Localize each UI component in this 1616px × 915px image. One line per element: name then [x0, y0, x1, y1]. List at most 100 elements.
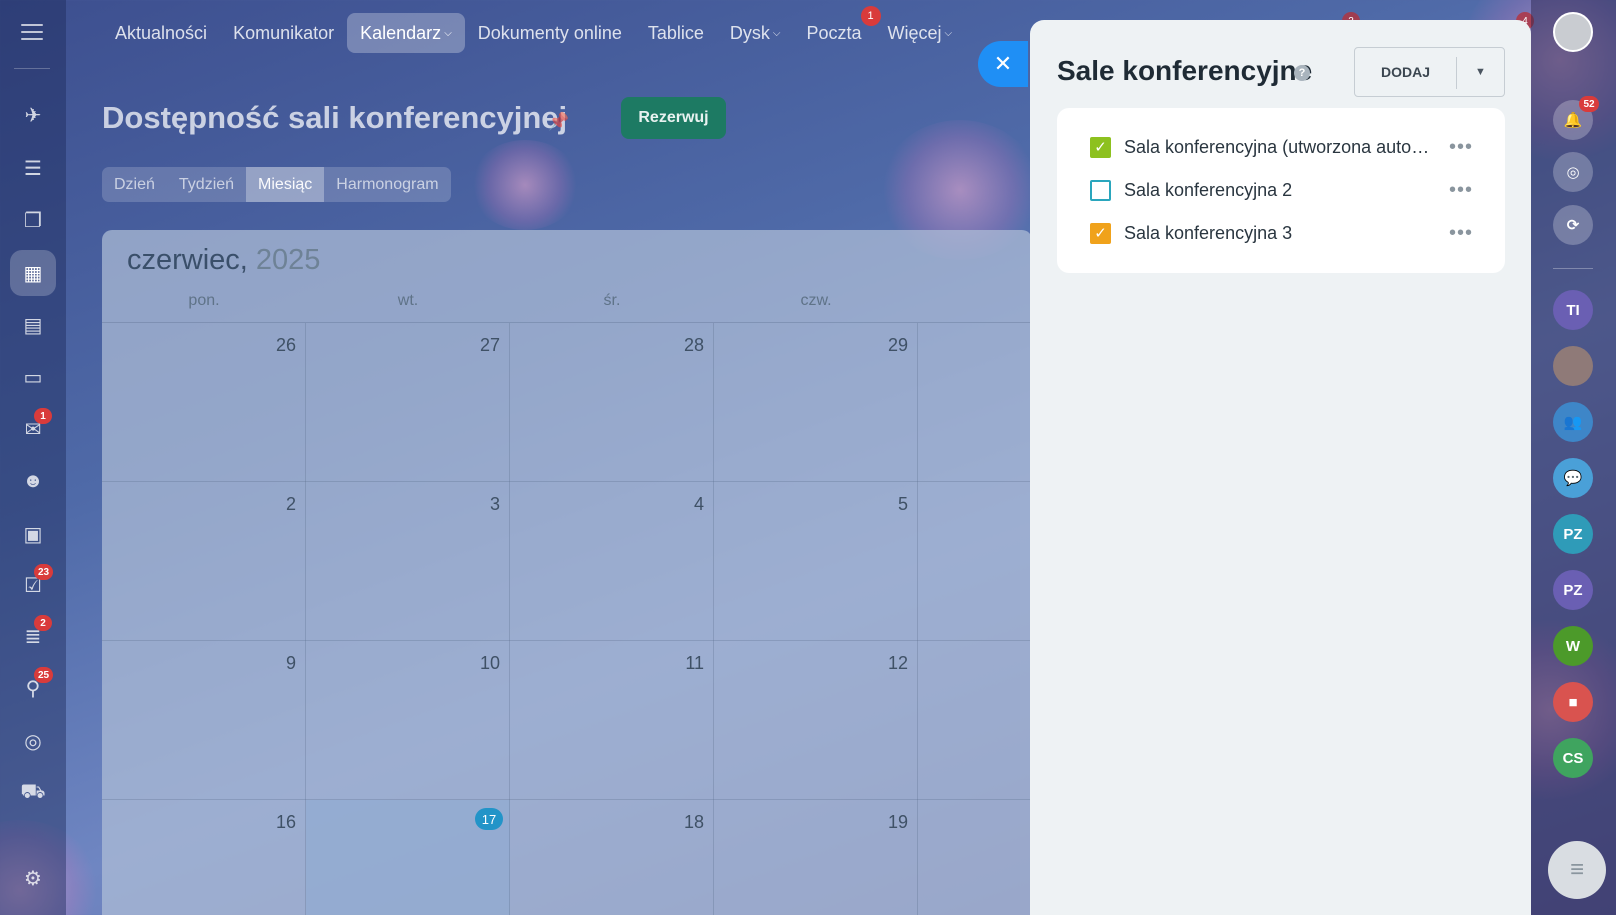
calendar-day-cell[interactable]: 4	[510, 482, 714, 641]
view-tab[interactable]: Harmonogram	[324, 167, 450, 202]
calendar-week-row: 16 17 18 19	[102, 800, 1032, 915]
calendar-day-cell[interactable]: 10	[306, 641, 510, 800]
calendar-day-cell[interactable]: 18	[510, 800, 714, 915]
room-name[interactable]: Sala konferencyjna 3	[1124, 223, 1439, 244]
calendar-day-cell[interactable]: 3	[306, 482, 510, 641]
calendar-day-cell[interactable]: 5	[714, 482, 918, 641]
rocket-icon[interactable]: ✈	[10, 92, 56, 138]
top-navigation: Aktualności Komunikator Kalendarz ⌵ Dokument…	[102, 6, 966, 53]
chat-icon[interactable]: ❐	[10, 197, 56, 243]
add-room-button[interactable]: DODAJ	[1355, 48, 1456, 96]
room-name[interactable]: Sala konferencyjna 2	[1124, 180, 1439, 201]
calendar-day-cell[interactable]: 28	[510, 323, 714, 482]
nav-item-label: Tablice	[647, 23, 704, 43]
more-options-icon[interactable]: •••	[1449, 137, 1473, 157]
feed-icon[interactable]: ≣ 2	[10, 613, 56, 659]
calendar-day-cell[interactable]: 12	[714, 641, 918, 800]
presentation-icon[interactable]: ▣	[10, 511, 56, 557]
target-icon[interactable]: ◎	[10, 718, 56, 764]
general-chat-icon[interactable]: 💬	[1553, 458, 1593, 498]
drive-icon-glyph: ▭	[23, 366, 43, 389]
avatar-ti[interactable]: TI	[1553, 290, 1593, 330]
nav-item-label: Komunikator	[233, 23, 335, 43]
calendar-day-cell[interactable]: 17	[306, 800, 510, 915]
conference-rooms-panel: Sale konferencyjne ? DODAJ ▼ ✓ Sala konfe…	[1030, 20, 1531, 915]
avatar-cs[interactable]: CS	[1553, 738, 1593, 778]
right-sidebar-divider	[1553, 268, 1593, 269]
calendar-day-cell[interactable]: 11	[510, 641, 714, 800]
nav-item[interactable]: Dysk ⌵	[717, 13, 794, 53]
sidebar-badge: 1	[34, 408, 52, 424]
weekday-header: pon.	[188, 292, 220, 309]
view-tab[interactable]: Miesiąc	[246, 167, 325, 202]
weekday-header: śr.	[603, 292, 621, 309]
contacts-icon[interactable]: ☻	[10, 458, 56, 504]
settings-icon[interactable]: ⚙	[10, 855, 56, 901]
add-options-button[interactable]: ▼	[1457, 48, 1504, 96]
view-tabs: Dzień Tydzień Miesiąc Harmonogram	[102, 167, 451, 202]
user-avatar[interactable]	[1553, 12, 1593, 52]
nav-item[interactable]: Poczta 1	[794, 6, 881, 53]
calendar-day-cell[interactable]: 9	[102, 641, 306, 800]
calendar-icon[interactable]: ▦	[10, 250, 56, 296]
rooms-list: ✓ Sala konferencyjna (utworzona automatyc…	[1057, 108, 1505, 273]
close-panel-button[interactable]: ✕	[978, 41, 1028, 87]
news-icon[interactable]: ☰	[10, 145, 56, 191]
weekday-header: wt.	[397, 292, 419, 309]
calendar-day-cell[interactable]: 19	[714, 800, 918, 915]
nav-item-label: Aktualności	[115, 23, 208, 43]
day-number: 10	[479, 653, 500, 673]
view-tab[interactable]: Tydzień	[167, 167, 246, 202]
help-icon[interactable]: ?	[1294, 65, 1310, 81]
calendar-day-cell[interactable]: 2	[102, 482, 306, 641]
mail-icon[interactable]: ✉ 1	[10, 406, 56, 452]
nav-item[interactable]: Kalendarz ⌵	[347, 13, 465, 53]
calendar-grid: 26 27 28 29 2 3 4 5 9 10 11 12 16 17 18 19	[102, 322, 1032, 915]
calendar-week-row: 9 10 11 12	[102, 641, 1032, 800]
filter-icon[interactable]: ⚲ 25	[10, 665, 56, 711]
today-day-number: 17	[475, 808, 503, 830]
calendar-day-cell[interactable]: 27	[306, 323, 510, 482]
nav-item[interactable]: Więcej ⌵	[875, 13, 966, 53]
sync-chat-icon[interactable]: ⟳	[1553, 205, 1593, 245]
settings-icon-glyph: ⚙	[24, 867, 42, 890]
contacts-icon-glyph: ☻	[22, 469, 44, 492]
avatar-pz-2[interactable]: PZ	[1553, 570, 1593, 610]
group-chat-icon[interactable]: 👥	[1553, 402, 1593, 442]
nav-item[interactable]: Dokumenty online	[465, 13, 635, 53]
cart-icon[interactable]: ⛟	[10, 770, 56, 816]
notifications-icon[interactable]: 🔔 52	[1553, 96, 1599, 140]
drive-icon[interactable]: ▭	[10, 354, 56, 400]
calendar-day-cell[interactable]: 26	[102, 323, 306, 482]
menu-icon[interactable]	[21, 24, 43, 40]
day-number: 4	[693, 494, 704, 514]
room-checkbox[interactable]: ✓	[1090, 222, 1111, 244]
pin-icon[interactable]: 📌	[548, 112, 569, 132]
nav-item[interactable]: Tablice	[635, 13, 717, 53]
room-checkbox[interactable]: ✓	[1090, 136, 1111, 158]
video-call-icon[interactable]: ■	[1553, 682, 1593, 722]
room-row: Sala konferencyjna 2 •••	[1090, 175, 1490, 205]
more-options-icon[interactable]: •••	[1449, 180, 1473, 200]
sidebar-divider	[14, 68, 50, 69]
room-name[interactable]: Sala konferencyjna (utworzona automatycz…	[1124, 137, 1439, 158]
room-checkbox[interactable]	[1090, 179, 1111, 201]
notifications-icon-label: 🔔	[1563, 112, 1583, 129]
month-calendar: czerwiec, 2025 pon. wt. śr. czw. 26 27 28 29 2 3…	[102, 230, 1032, 915]
nav-item[interactable]: Aktualności	[102, 13, 220, 53]
reserve-button[interactable]: Rezerwuj	[621, 97, 726, 139]
more-options-icon[interactable]: •••	[1449, 223, 1473, 243]
view-tab[interactable]: Dzień	[102, 167, 167, 202]
calendar-day-cell[interactable]: 16	[102, 800, 306, 915]
nav-item[interactable]: Komunikator	[220, 13, 347, 53]
calendar-day-cell[interactable]: 29	[714, 323, 918, 482]
day-number: 11	[685, 653, 704, 673]
copilot-icon[interactable]: ◎	[1553, 152, 1593, 192]
avatar-cs-label: CS	[1562, 749, 1584, 767]
tasks-icon[interactable]: ☑ 23	[10, 562, 56, 608]
avatar-w[interactable]: W	[1553, 626, 1593, 666]
avatar-photo[interactable]	[1553, 346, 1593, 386]
document-icon[interactable]: ▤	[10, 302, 56, 348]
avatar-pz-1[interactable]: PZ	[1553, 514, 1593, 554]
open-chat-button[interactable]: ≡	[1548, 841, 1606, 899]
